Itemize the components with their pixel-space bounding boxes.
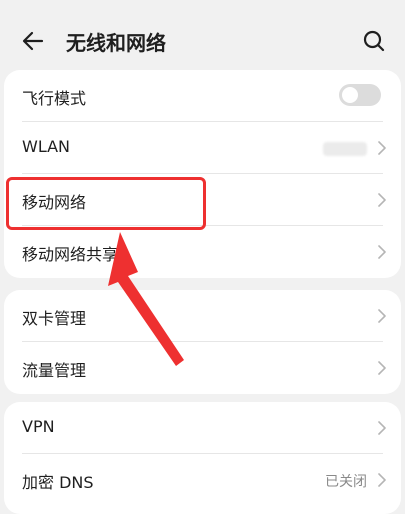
row-label: WLAN (22, 137, 71, 156)
highlight-box (6, 177, 206, 230)
page-title: 无线和网络 (66, 31, 166, 55)
data-usage-row[interactable]: 流量管理 (4, 342, 401, 394)
blurred-value (323, 142, 367, 156)
encrypted-dns-value: 已关闭 (325, 474, 367, 490)
settings-group-sim: 双卡管理 流量管理 (4, 290, 401, 394)
encrypted-dns-row[interactable]: 加密 DNS 已关闭 (4, 454, 401, 506)
chevron-right-icon (378, 473, 386, 487)
toggle-knob (342, 87, 358, 103)
chevron-right-icon (378, 421, 386, 435)
search-icon[interactable] (361, 28, 387, 54)
row-label: 移动网络共享 (22, 245, 119, 264)
wlan-row[interactable]: WLAN (4, 122, 401, 174)
chevron-right-icon (378, 245, 386, 259)
row-label: 飞行模式 (22, 89, 87, 108)
settings-group-connectivity: 飞行模式 WLAN 移动网络 移动网络共享 (4, 70, 401, 278)
back-arrow-icon[interactable] (20, 28, 46, 54)
settings-group-security: VPN 加密 DNS 已关闭 (4, 402, 401, 514)
row-label: 流量管理 (22, 361, 87, 380)
vpn-row[interactable]: VPN (4, 402, 401, 454)
mobile-hotspot-row[interactable]: 移动网络共享 (4, 226, 401, 278)
row-label: VPN (22, 417, 55, 436)
status-bar (0, 0, 405, 10)
row-label: 加密 DNS (22, 473, 94, 492)
dual-sim-row[interactable]: 双卡管理 (4, 290, 401, 342)
chevron-right-icon (378, 361, 386, 375)
chevron-right-icon (378, 141, 386, 155)
chevron-right-icon (378, 309, 386, 323)
app-header: 无线和网络 (0, 10, 405, 70)
row-label: 双卡管理 (22, 309, 87, 328)
chevron-right-icon (378, 193, 386, 207)
airplane-mode-toggle[interactable] (339, 84, 381, 106)
airplane-mode-row[interactable]: 飞行模式 (4, 70, 401, 122)
